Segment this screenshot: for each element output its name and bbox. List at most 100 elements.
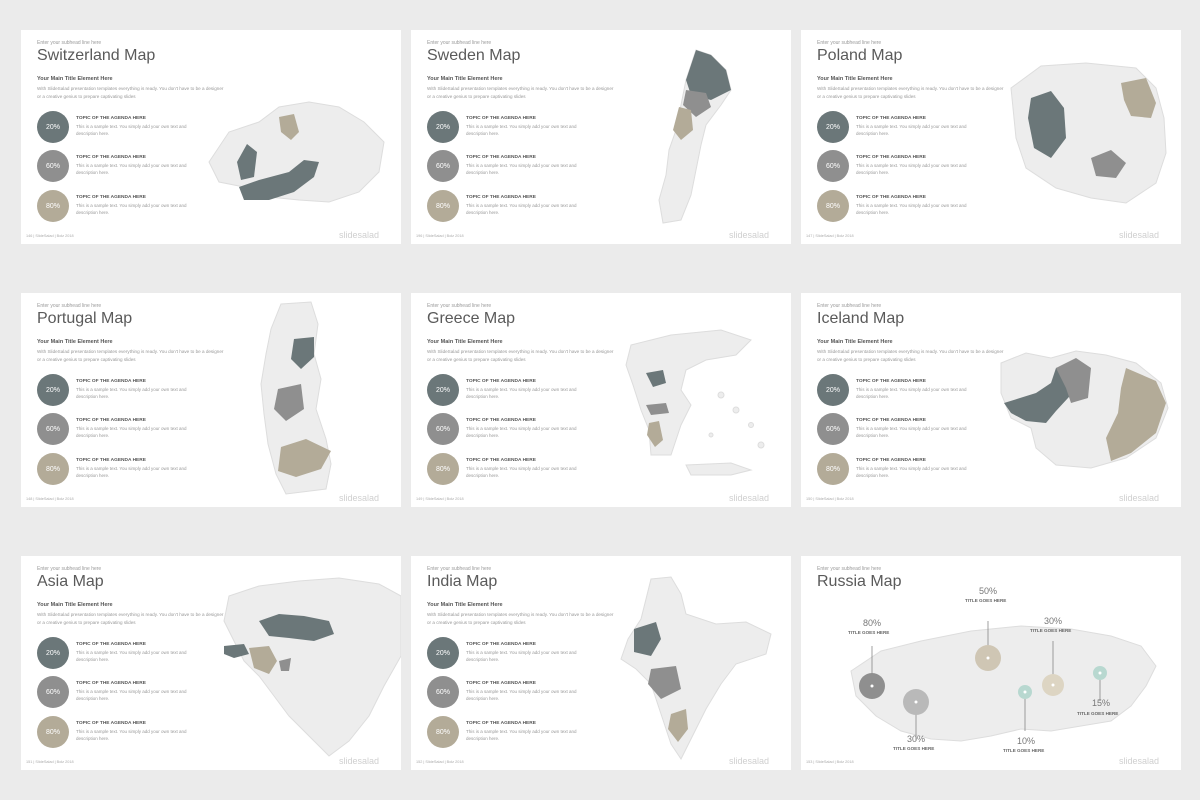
agenda-text: This is a sample text. You simply add yo… (76, 650, 187, 662)
agenda-text: This is a sample text. You simply add yo… (856, 466, 967, 478)
brand-logo: slidesalad (728, 756, 769, 766)
brand-logo: slidesalad (338, 756, 379, 766)
percent-circle: 60% (427, 413, 459, 445)
agenda-text: This is a sample text. You simply add yo… (466, 689, 577, 701)
slide-title: Russia Map (817, 573, 902, 590)
agenda-title: TOPIC OF THE AGENDA HERE (76, 155, 146, 160)
agenda-text: This is a sample text. You simply add yo… (856, 387, 967, 399)
switzerland-map (208, 101, 385, 203)
percent-circle: 80% (37, 190, 69, 222)
callout-title: TITLE GOES HERE (1003, 748, 1045, 753)
description: With SlideSalad presentation templates e… (817, 86, 1004, 99)
agenda-text: This is a sample text. You simply add yo… (76, 729, 187, 741)
agenda-text: This is a sample text. You simply add yo… (466, 124, 577, 136)
subhead: Enter your subhead line here (817, 303, 882, 309)
agenda-title: TOPIC OF THE AGENDA HERE (76, 681, 146, 686)
agenda-text: This is a sample text. You simply add yo… (856, 124, 967, 136)
main-title: Your Main Title Element Here (37, 602, 113, 608)
agenda-text: This is a sample text. You simply add yo… (76, 426, 187, 438)
slide-title: Poland Map (817, 47, 903, 64)
percent-circle: 80% (427, 453, 459, 485)
india-map (620, 576, 772, 760)
subhead: Enter your subhead line here (427, 40, 492, 46)
brand-logo: slidesalad (338, 230, 379, 240)
main-title: Your Main Title Element Here (427, 339, 503, 345)
agenda-title: TOPIC OF THE AGENDA HERE (466, 721, 536, 726)
footer: 149 | SlideSalad | Bolz 2018 (416, 497, 464, 501)
callout-title: TITLE GOES HERE (893, 746, 935, 751)
slide-title: India Map (427, 573, 498, 590)
slide-iceland[interactable]: Enter your subhead line here Iceland Map… (801, 293, 1181, 507)
callout-percent: 15% (1091, 698, 1110, 708)
agenda-title: TOPIC OF THE AGENDA HERE (76, 458, 146, 463)
main-title: Your Main Title Element Here (427, 76, 503, 82)
description: With SlideSalad presentation templates e… (427, 86, 614, 99)
slide-title: Iceland Map (817, 310, 905, 327)
percent-circle: 60% (817, 413, 849, 445)
agenda-text: This is a sample text. You simply add yo… (466, 466, 577, 478)
slide-sweden[interactable]: Enter your subhead line here Sweden Map … (411, 30, 791, 244)
agenda-text: This is a sample text. You simply add yo… (466, 729, 577, 741)
slide-russia[interactable]: Enter your subhead line here Russia Map … (801, 556, 1181, 770)
agenda-title: TOPIC OF THE AGENDA HERE (856, 195, 926, 200)
agenda-text: This is a sample text. You simply add yo… (466, 426, 577, 438)
agenda-text: This is a sample text. You simply add yo… (466, 387, 577, 399)
slide-greece[interactable]: Enter your subhead line here Greece Map … (411, 293, 791, 507)
slide-asia[interactable]: Enter your subhead line here Asia Map Yo… (21, 556, 401, 770)
brand-logo: slidesalad (1118, 230, 1159, 240)
slide-poland[interactable]: Enter your subhead line here Poland Map … (801, 30, 1181, 244)
sweden-map (658, 49, 732, 224)
footer: 147 | SlideSalad | Bolz 2018 (806, 234, 854, 238)
percent-circle: 80% (427, 190, 459, 222)
footer: 148 | SlideSalad | Bolz 2018 (26, 497, 74, 501)
slide-title: Greece Map (427, 310, 516, 327)
agenda-title: TOPIC OF THE AGENDA HERE (466, 418, 536, 423)
greece-map (625, 329, 765, 476)
footer: 150 | SlideSalad | Bolz 2018 (806, 497, 854, 501)
percent-circle: 80% (37, 716, 69, 748)
agenda-text: This is a sample text. You simply add yo… (76, 466, 187, 478)
agenda-title: TOPIC OF THE AGENDA HERE (76, 721, 146, 726)
description: With SlideSalad presentation templates e… (427, 349, 614, 362)
brand-logo: slidesalad (728, 230, 769, 240)
callout-percent: 50% (978, 586, 997, 596)
agenda-text: This is a sample text. You simply add yo… (76, 203, 187, 215)
agenda-title: TOPIC OF THE AGENDA HERE (856, 116, 926, 121)
callout-title: TITLE GOES HERE (848, 630, 890, 635)
callout-percent: 30% (906, 734, 925, 744)
footer: 196 | SlideSalad | Bolz 2018 (416, 234, 464, 238)
percent-circle: 60% (427, 676, 459, 708)
agenda-title: TOPIC OF THE AGENDA HERE (856, 379, 926, 384)
slide-portugal[interactable]: Enter your subhead line here Portugal Ma… (21, 293, 401, 507)
agenda-title: TOPIC OF THE AGENDA HERE (466, 642, 536, 647)
callout-title: TITLE GOES HERE (965, 598, 1007, 603)
footer: 146 | SlideSalad | Bolz 2018 (26, 234, 74, 238)
agenda-title: TOPIC OF THE AGENDA HERE (856, 418, 926, 423)
main-title: Your Main Title Element Here (817, 339, 893, 345)
subhead: Enter your subhead line here (817, 40, 882, 46)
slide-india[interactable]: Enter your subhead line here India Map Y… (411, 556, 791, 770)
percent-circle: 20% (37, 374, 69, 406)
footer: 151 | SlideSalad | Bolz 2018 (26, 760, 74, 764)
agenda-title: TOPIC OF THE AGENDA HERE (466, 458, 536, 463)
agenda-text: This is a sample text. You simply add yo… (466, 203, 577, 215)
asia-map (223, 577, 401, 757)
agenda-title: TOPIC OF THE AGENDA HERE (76, 379, 146, 384)
brand-logo: slidesalad (728, 493, 769, 503)
portugal-map (260, 301, 332, 495)
percent-circle: 60% (37, 676, 69, 708)
slide-switzerland[interactable]: Enter your subhead line here Switzerland… (21, 30, 401, 244)
agenda-text: This is a sample text. You simply add yo… (76, 163, 187, 175)
percent-circle: 20% (37, 637, 69, 669)
brand-logo: slidesalad (1118, 493, 1159, 503)
main-title: Your Main Title Element Here (427, 602, 503, 608)
percent-circle: 20% (427, 111, 459, 143)
percent-circle: 60% (37, 413, 69, 445)
slide-title: Portugal Map (37, 310, 133, 327)
callout-percent: 30% (1043, 616, 1062, 626)
callout-title: TITLE GOES HERE (1030, 628, 1072, 633)
agenda-text: This is a sample text. You simply add yo… (856, 203, 967, 215)
agenda-title: TOPIC OF THE AGENDA HERE (466, 379, 536, 384)
agenda-text: This is a sample text. You simply add yo… (466, 163, 577, 175)
agenda-title: TOPIC OF THE AGENDA HERE (466, 155, 536, 160)
